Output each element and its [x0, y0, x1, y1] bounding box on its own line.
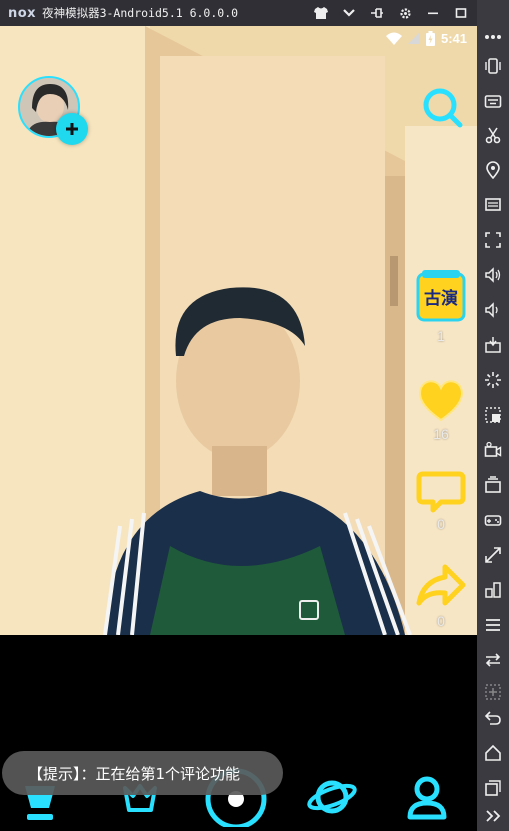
like-count: 16 — [433, 426, 449, 442]
planet-icon — [307, 780, 357, 814]
shirt-icon[interactable] — [307, 0, 335, 26]
emulator-window: nox 夜神模拟器3-Android5.1 6.0.0.0 5:41 古演 1 … — [0, 0, 509, 831]
status-bar: 5:41 — [0, 26, 477, 50]
boost-action[interactable]: 古演 1 — [411, 266, 471, 344]
menu-icon[interactable] — [477, 610, 509, 640]
multi-instance-icon[interactable] — [477, 470, 509, 500]
share-arrow-icon — [416, 564, 466, 606]
signal-icon — [407, 32, 420, 44]
share-action[interactable]: 0 — [411, 561, 471, 629]
expand-icon[interactable] — [477, 801, 509, 831]
plus-icon — [66, 123, 78, 135]
nox-logo: nox — [8, 5, 37, 21]
like-action[interactable]: 16 — [411, 376, 471, 442]
recent-icon[interactable] — [477, 773, 509, 803]
share-count: 0 — [437, 613, 445, 629]
hint-toast: 【提示】：正在给第1个评论功能 — [2, 751, 283, 795]
swap-icon[interactable] — [477, 645, 509, 675]
gear-icon[interactable] — [391, 0, 419, 26]
volume-up-icon[interactable] — [477, 260, 509, 290]
back-icon[interactable] — [477, 703, 509, 733]
title-bar: nox 夜神模拟器3-Android5.1 6.0.0.0 — [0, 0, 509, 26]
apk-icon[interactable] — [477, 330, 509, 360]
maximize-icon[interactable] — [447, 0, 475, 26]
nav-discover[interactable] — [302, 763, 362, 831]
heart-icon — [419, 380, 463, 422]
video-player[interactable]: 5:41 古演 1 16 0 0 — [0, 26, 477, 635]
hint-toast-text: 【提示】：正在给第1个评论功能 — [28, 764, 241, 783]
nav-profile[interactable] — [397, 763, 457, 831]
layout-icon[interactable] — [477, 575, 509, 605]
follow-plus-button[interactable] — [56, 113, 88, 145]
camera-icon[interactable] — [477, 435, 509, 465]
window-title: 夜神模拟器3-Android5.1 6.0.0.0 — [42, 6, 239, 20]
minimize-icon[interactable] — [419, 0, 447, 26]
fullscreen-icon[interactable] — [477, 225, 509, 255]
emulator-toolbar — [477, 0, 509, 831]
more-icon[interactable] — [477, 22, 509, 52]
volume-down-icon[interactable] — [477, 295, 509, 325]
comment-icon — [416, 471, 466, 513]
shake-icon[interactable] — [477, 51, 509, 81]
location-icon[interactable] — [477, 155, 509, 185]
profile-icon — [407, 776, 447, 820]
boost-count: 1 — [437, 328, 445, 344]
loading-icon[interactable] — [477, 365, 509, 395]
battery-icon — [425, 30, 435, 46]
clock: 5:41 — [440, 30, 467, 46]
pin-icon[interactable] — [363, 0, 391, 26]
boost-badge-icon: 古演 — [414, 266, 468, 326]
wifi-icon — [385, 32, 402, 45]
keyboard-icon[interactable] — [477, 86, 509, 116]
home-icon[interactable] — [477, 738, 509, 768]
comment-action[interactable]: 0 — [411, 468, 471, 532]
phone-screen: 5:41 古演 1 16 0 0 【提示】：正在给第1个评论功能 — [0, 26, 477, 831]
comment-count: 0 — [437, 516, 445, 532]
search-button[interactable] — [418, 83, 466, 131]
boost-badge-text: 古演 — [424, 289, 458, 309]
search-icon — [423, 88, 463, 128]
gamepad-icon[interactable] — [477, 505, 509, 535]
chevron-down-icon[interactable] — [335, 0, 363, 26]
grid-icon[interactable] — [477, 400, 509, 430]
screen-icon[interactable] — [477, 190, 509, 220]
scissors-icon[interactable] — [477, 120, 509, 150]
resize-icon[interactable] — [477, 540, 509, 570]
title-controls — [307, 0, 503, 26]
